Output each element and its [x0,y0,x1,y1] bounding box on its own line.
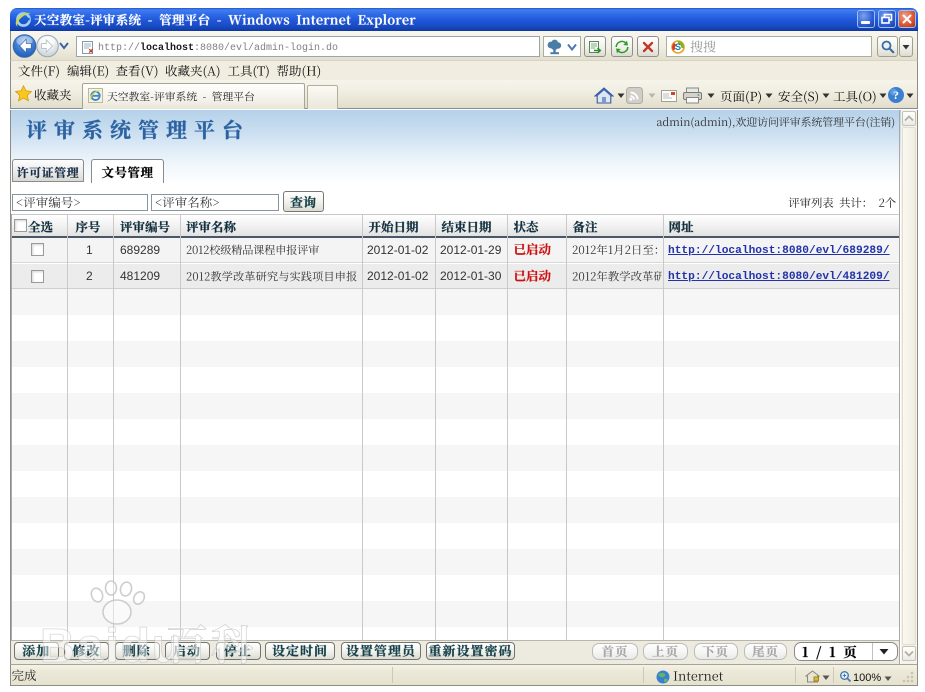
svg-text:S: S [675,42,681,52]
svg-text:?: ? [893,88,899,102]
